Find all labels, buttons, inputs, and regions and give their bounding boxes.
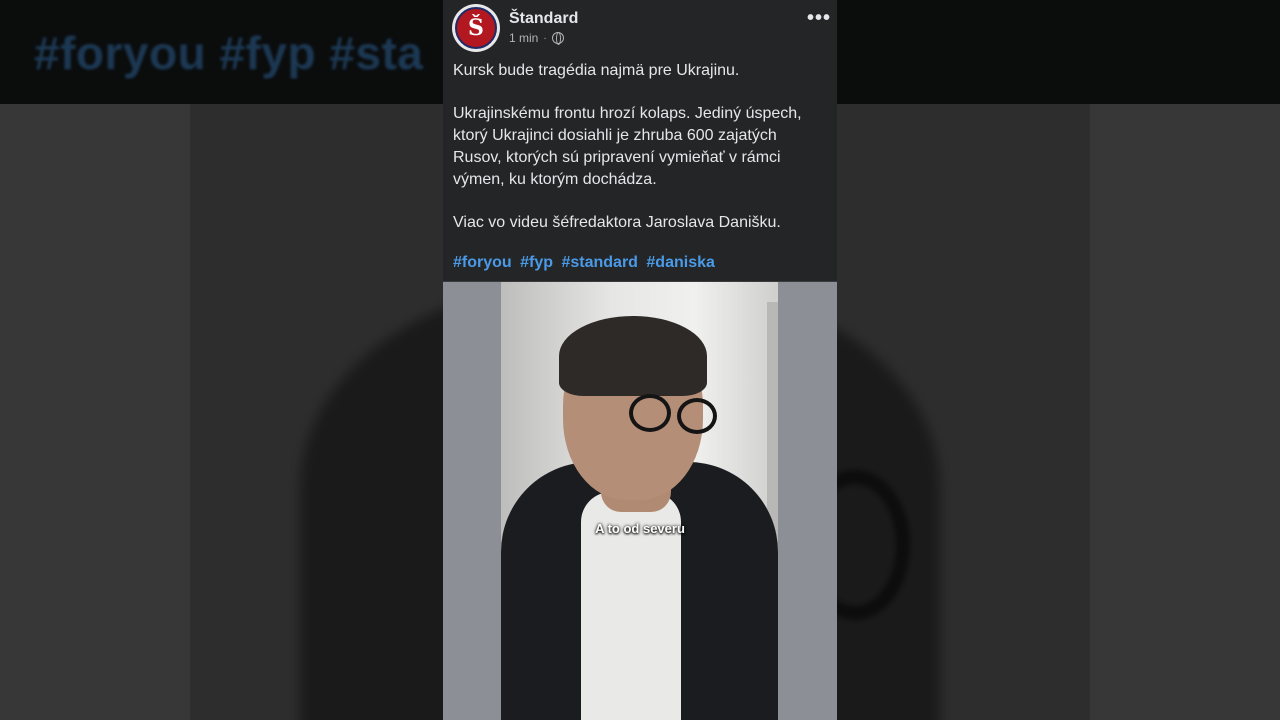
post-hashtags: #foryou #fyp #standard #daniska [453,254,719,272]
hashtag-link[interactable]: #daniska [646,254,714,271]
post-paragraph: Ukrajinskému frontu hrozí kolaps. Jediný… [453,105,802,188]
more-options-button[interactable]: ••• [803,6,835,30]
post-text: Kursk bude tragédia najmä pre Ukrajinu. … [453,60,827,255]
hashtag-link[interactable]: #standard [561,254,637,271]
video-person-hair [559,316,707,396]
video-glasses-right [677,398,717,434]
video-glasses-left [629,394,671,432]
page-name-link[interactable]: Štandard [509,10,578,28]
post-paragraph: Viac vo videu šéfredaktora Jaroslava Dan… [453,214,781,231]
meta-separator: · [543,32,547,44]
post-meta: 1 min · [509,31,564,45]
hashtag-link[interactable]: #foryou [453,254,512,271]
post-card: Š Štandard 1 min · ••• Kursk bude tragéd… [443,0,837,720]
page-avatar[interactable]: Š [452,4,500,52]
post-header: Š Štandard 1 min · ••• [443,0,837,56]
hashtag-link[interactable]: #fyp [520,254,553,271]
post-video[interactable]: A to od severu [443,281,837,720]
video-subtitle: A to od severu [595,521,685,536]
post-timestamp[interactable]: 1 min [509,31,538,45]
globe-icon [551,32,564,45]
post-paragraph: Kursk bude tragédia najmä pre Ukrajinu. [453,62,740,79]
video-frame [501,282,778,720]
avatar-logo: Š [455,7,497,49]
